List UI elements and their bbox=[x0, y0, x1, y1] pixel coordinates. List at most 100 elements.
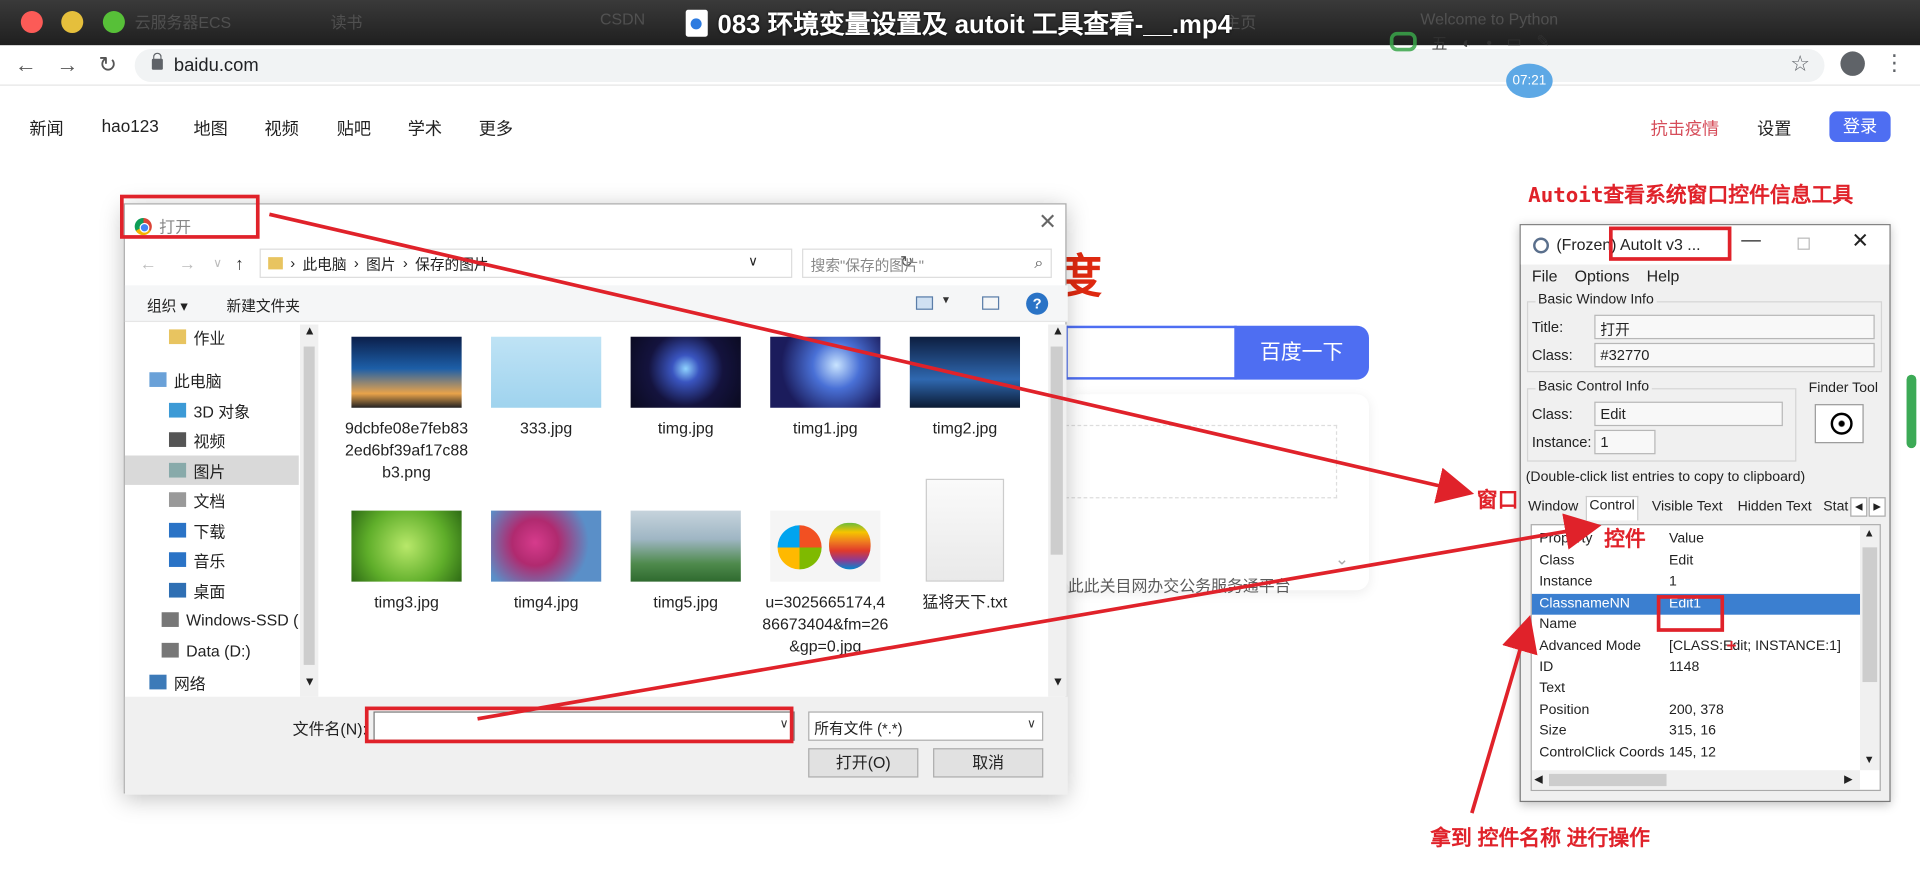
scroll-down-icon[interactable]: ▼ bbox=[1052, 676, 1064, 689]
title-field[interactable]: 打开 bbox=[1594, 314, 1875, 340]
scroll-up-icon[interactable]: ▲ bbox=[304, 324, 316, 337]
camera-icon[interactable]: ▭ bbox=[1507, 32, 1522, 52]
file-item[interactable]: timg.jpg bbox=[622, 336, 749, 440]
header-property[interactable]: Property bbox=[1539, 531, 1592, 546]
crosshair-icon[interactable] bbox=[1830, 412, 1853, 435]
baidu-nav-xueshu[interactable]: 学术 bbox=[408, 116, 442, 140]
sidebar-item[interactable]: 此电脑 bbox=[125, 365, 299, 394]
sidebar-item[interactable]: 音乐 bbox=[125, 545, 299, 574]
close-window-button[interactable] bbox=[20, 11, 43, 34]
sidebar-item[interactable]: 视频 bbox=[125, 425, 299, 454]
bookmark-star-icon[interactable]: ☆ bbox=[1790, 51, 1810, 77]
files-scrollbar[interactable]: ▲ ▼ bbox=[1048, 324, 1067, 697]
sidebar-item[interactable]: 作业 bbox=[125, 324, 299, 351]
back-icon[interactable]: ← bbox=[140, 253, 157, 273]
tab-scroll-left-icon[interactable]: ◀ bbox=[1850, 497, 1868, 517]
sidebar-scroll-thumb[interactable] bbox=[303, 346, 315, 665]
file-item[interactable]: 猛将天下.txt bbox=[901, 478, 1028, 614]
preview-pane-icon[interactable] bbox=[982, 296, 1000, 310]
breadcrumb-item[interactable]: 此电脑 bbox=[302, 253, 346, 274]
table-row[interactable]: Advanced Mode [CLASS:Edit; INSTANCE:1] bbox=[1532, 636, 1863, 657]
dialog-search-input[interactable]: 搜索"保存的图片" ⌕ bbox=[802, 248, 1052, 278]
profile-icon[interactable] bbox=[1840, 51, 1865, 76]
baidu-nav-hao123[interactable]: hao123 bbox=[102, 116, 159, 136]
reload-icon[interactable]: ↻ bbox=[94, 51, 121, 78]
baidu-nav-news[interactable]: 新闻 bbox=[29, 116, 63, 140]
baidu-nav-more[interactable]: 更多 bbox=[479, 116, 513, 140]
scroll-up-icon[interactable]: ▲ bbox=[1052, 324, 1064, 337]
baidu-search-button[interactable]: 百度一下 bbox=[1234, 325, 1369, 380]
toolbar-item[interactable]: 五 bbox=[1431, 30, 1447, 53]
baidu-link-anti-epidemic[interactable]: 抗击疫情 bbox=[1651, 116, 1720, 140]
header-value[interactable]: Value bbox=[1669, 531, 1704, 546]
menu-options[interactable]: Options bbox=[1575, 264, 1630, 288]
organize-button[interactable]: 组织 ▾ bbox=[147, 295, 188, 316]
table-row[interactable]: Size 315, 16 bbox=[1532, 721, 1863, 742]
sidebar-item[interactable]: 图片 bbox=[124, 455, 299, 485]
chevron-down-icon[interactable]: ⌄ bbox=[1335, 549, 1349, 570]
sidebar-item[interactable]: Windows-SSD ( bbox=[125, 605, 299, 634]
file-item[interactable]: timg3.jpg bbox=[343, 510, 470, 614]
zoom-window-button[interactable] bbox=[102, 11, 125, 34]
view-dropdown-icon[interactable]: ▾ bbox=[943, 294, 949, 307]
sidebar-item[interactable]: 桌面 bbox=[125, 576, 299, 605]
view-options-icon[interactable] bbox=[915, 296, 934, 310]
scroll-left-icon[interactable]: ◀ bbox=[1534, 773, 1542, 786]
menu-kebab-icon[interactable]: ⋮ bbox=[1883, 50, 1905, 76]
scroll-right-icon[interactable]: ▶ bbox=[1844, 773, 1852, 786]
menu-file[interactable]: File bbox=[1532, 264, 1558, 288]
menu-help[interactable]: Help bbox=[1647, 264, 1680, 288]
baidu-link-settings[interactable]: 设置 bbox=[1757, 116, 1791, 140]
table-row[interactable]: ControlClick Coords 145, 12 bbox=[1532, 743, 1863, 764]
page-scrollbar[interactable] bbox=[1906, 374, 1917, 449]
table-row[interactable]: Class Edit bbox=[1532, 551, 1863, 572]
forward-icon[interactable]: → bbox=[179, 253, 196, 273]
table-row[interactable]: ID 1148 bbox=[1532, 658, 1863, 679]
breadcrumb-item[interactable]: 图片 bbox=[366, 253, 395, 274]
file-item[interactable]: 333.jpg bbox=[482, 336, 609, 440]
up-icon[interactable]: ↑ bbox=[235, 253, 244, 273]
url-text[interactable]: baidu.com bbox=[174, 55, 259, 76]
breadcrumb-item[interactable]: 保存的图片 bbox=[415, 253, 488, 274]
back-icon[interactable]: ← bbox=[12, 51, 39, 78]
tab-scroll-right-icon[interactable]: ▶ bbox=[1868, 497, 1886, 517]
class-field[interactable]: #32770 bbox=[1594, 342, 1875, 368]
control-class-field[interactable]: Edit bbox=[1594, 401, 1783, 427]
instance-field[interactable]: 1 bbox=[1594, 429, 1656, 455]
tab-visible-text[interactable]: Visible Text bbox=[1649, 498, 1725, 520]
table-row[interactable]: Position 200, 378 bbox=[1532, 700, 1863, 721]
table-row[interactable]: Text bbox=[1532, 679, 1863, 700]
chevron-down-icon[interactable]: ∨ bbox=[1027, 718, 1036, 731]
sidebar-scrollbar[interactable]: ▲ ▼ bbox=[300, 324, 319, 697]
tab-hidden-text[interactable]: Hidden Text bbox=[1735, 498, 1814, 520]
finder-tool[interactable] bbox=[1814, 404, 1864, 444]
sidebar-item[interactable]: 3D 对象 bbox=[125, 396, 299, 425]
baidu-nav-tieba[interactable]: 贴吧 bbox=[337, 116, 371, 140]
list-hscrollbar[interactable]: ◀ ▶ bbox=[1531, 770, 1861, 790]
recent-chevron-icon[interactable]: ∨ bbox=[213, 257, 222, 270]
file-item[interactable]: timg1.jpg bbox=[762, 336, 889, 440]
omnibox[interactable]: baidu.com bbox=[134, 48, 1825, 83]
list-hscroll-thumb[interactable] bbox=[1548, 773, 1667, 787]
sidebar-item[interactable]: Data (D:) bbox=[125, 636, 299, 665]
baidu-nav-video[interactable]: 视频 bbox=[264, 116, 298, 140]
maximize-icon[interactable] bbox=[1797, 237, 1810, 250]
sidebar-item[interactable]: 下载 bbox=[125, 516, 299, 545]
list-vscrollbar[interactable]: ▲ ▼ bbox=[1860, 525, 1880, 771]
scroll-up-icon[interactable]: ▲ bbox=[1864, 527, 1875, 539]
open-button[interactable]: 打开(O) bbox=[808, 748, 919, 778]
scroll-down-icon[interactable]: ▼ bbox=[1864, 753, 1875, 765]
chevron-down-icon[interactable]: ∨ bbox=[748, 253, 758, 270]
tab-window[interactable]: Window bbox=[1526, 498, 1581, 520]
breadcrumb[interactable]: › 此电脑 › 图片 › 保存的图片 ∨ ↻ bbox=[259, 248, 913, 278]
tab-control[interactable]: Control bbox=[1585, 495, 1639, 521]
file-item[interactable]: timg2.jpg bbox=[901, 336, 1028, 440]
baidu-nav-map[interactable]: 地图 bbox=[193, 116, 227, 140]
moon-icon[interactable]: ◐ bbox=[1462, 32, 1472, 50]
help-icon[interactable]: ? bbox=[1026, 292, 1049, 315]
forward-icon[interactable]: → bbox=[54, 51, 81, 78]
minimize-icon[interactable]: — bbox=[1741, 230, 1761, 252]
baidu-search-input[interactable] bbox=[1065, 325, 1237, 380]
dot-icon[interactable]: • bbox=[1486, 32, 1492, 50]
file-item[interactable]: 9dcbfe08e7feb832ed6bf39af17c88b3.png bbox=[343, 336, 470, 484]
